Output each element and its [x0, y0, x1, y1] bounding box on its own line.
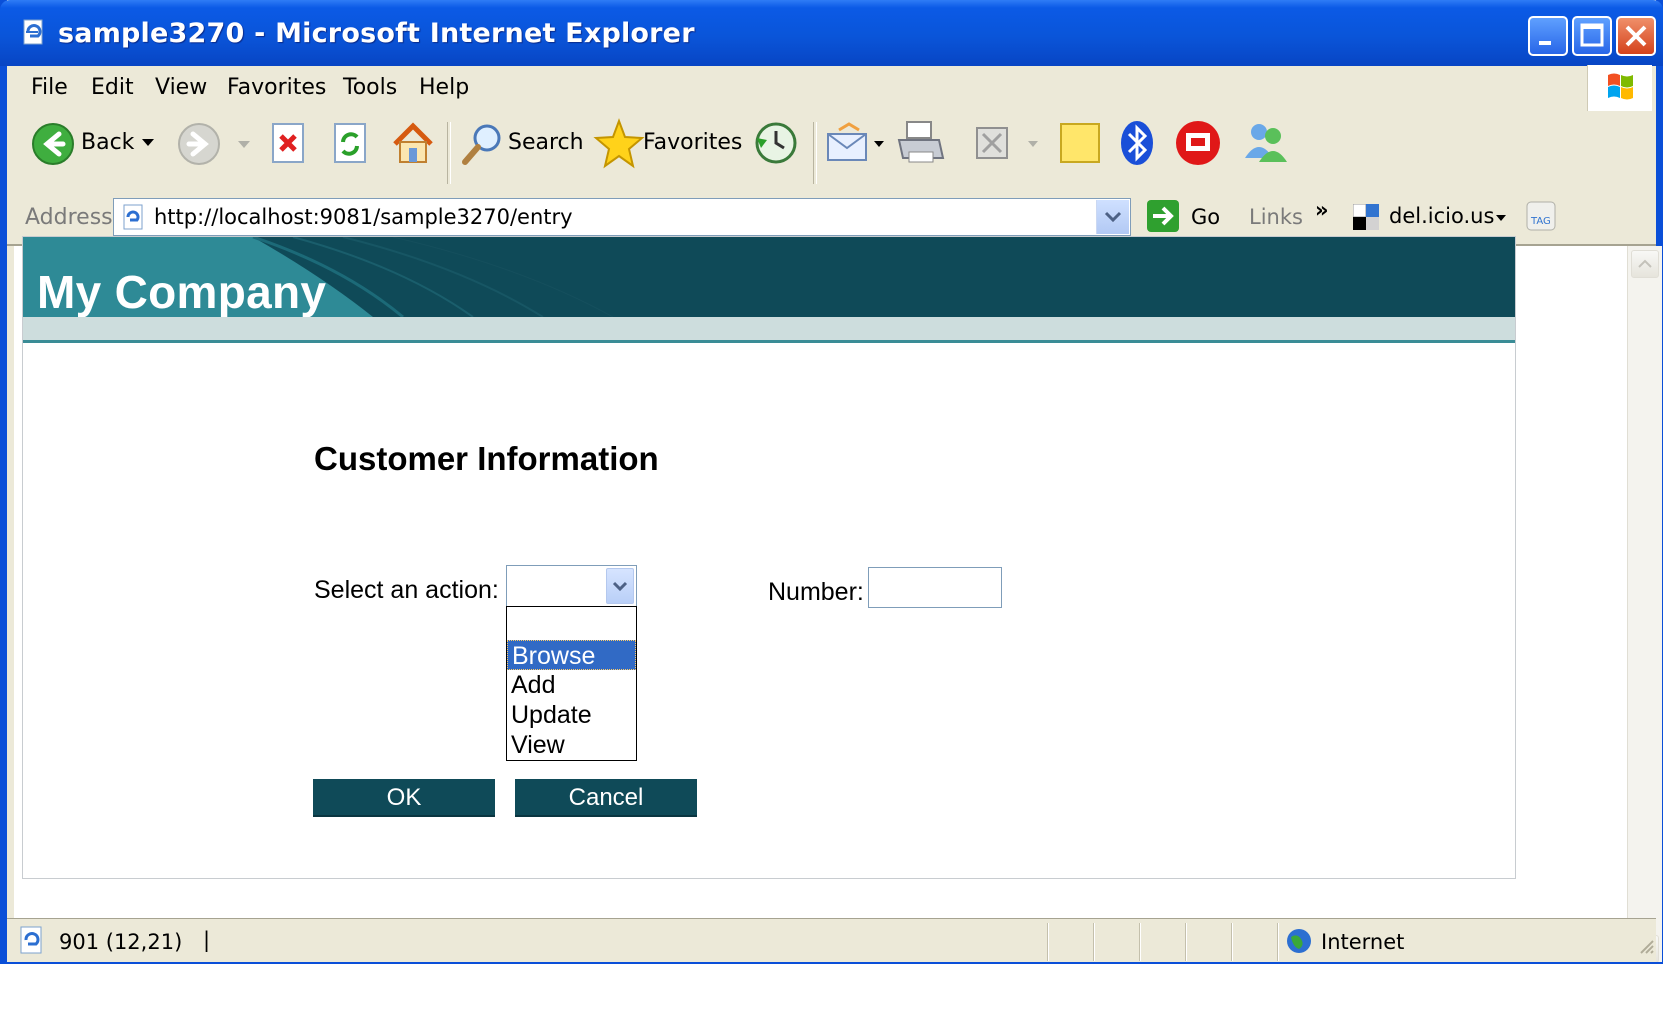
address-input[interactable]: http://localhost:9081/sample3270/entry: [113, 198, 1131, 236]
menu-tools[interactable]: Tools: [343, 75, 397, 100]
search-label[interactable]: Search: [508, 130, 584, 155]
ie-page-icon: [23, 19, 43, 45]
option-update[interactable]: Update: [507, 700, 636, 730]
page-icon: [123, 204, 143, 230]
maximize-button[interactable]: [1572, 16, 1612, 56]
status-separator: [1185, 923, 1187, 961]
status-separator: [1277, 923, 1279, 961]
status-separator: [1231, 923, 1233, 961]
edit-dropdown-icon[interactable]: [1027, 140, 1039, 150]
title-bar[interactable]: sample3270 - Microsoft Internet Explorer: [0, 0, 1663, 66]
scroll-up-button[interactable]: [1631, 250, 1659, 278]
number-input[interactable]: [868, 567, 1002, 608]
contacts-icon[interactable]: [1237, 118, 1293, 168]
links-label[interactable]: Links: [1249, 205, 1303, 229]
option-add[interactable]: Add: [507, 670, 636, 700]
back-dropdown-icon[interactable]: [141, 138, 155, 148]
minimize-button[interactable]: [1528, 16, 1568, 56]
chevron-down-icon: [612, 581, 628, 592]
globe-icon: [1287, 929, 1311, 953]
windows-logo: [1587, 65, 1652, 111]
security-zone: Internet: [1321, 930, 1405, 954]
address-label: Address: [25, 205, 113, 230]
cancel-button[interactable]: Cancel: [515, 779, 697, 817]
toolbar-separator: [447, 122, 451, 184]
outer-background: [0, 964, 1663, 1020]
banner-strip: [23, 317, 1515, 343]
action-select-button[interactable]: [606, 568, 634, 604]
refresh-icon[interactable]: [331, 120, 371, 168]
chevron-down-icon: [1104, 211, 1122, 223]
standard-toolbar: Back Search Favorites: [7, 112, 1656, 193]
bluetooth-icon[interactable]: [1117, 118, 1157, 168]
toolbar-separator: [813, 122, 817, 184]
status-cursor: |: [203, 928, 211, 952]
page-status-icon: [20, 926, 42, 954]
close-button[interactable]: [1616, 16, 1656, 56]
history-icon[interactable]: [751, 118, 801, 168]
close-icon: [1625, 25, 1647, 47]
note-icon[interactable]: [1057, 120, 1103, 168]
search-icon[interactable]: [459, 120, 507, 168]
messenger-red-icon[interactable]: [1173, 118, 1223, 168]
action-select[interactable]: [506, 565, 637, 607]
tag-icon[interactable]: TAG: [1525, 198, 1557, 234]
go-arrow-icon: [1147, 200, 1179, 232]
status-separator: [1139, 923, 1141, 961]
menu-file[interactable]: File: [31, 75, 68, 100]
address-dropdown-button[interactable]: [1096, 200, 1129, 234]
menu-help[interactable]: Help: [419, 75, 469, 100]
svg-text:TAG: TAG: [1530, 216, 1551, 227]
go-label[interactable]: Go: [1191, 205, 1220, 229]
maximize-icon: [1580, 23, 1604, 47]
menu-favorites[interactable]: Favorites: [227, 75, 326, 100]
resize-grip-icon[interactable]: [1637, 937, 1655, 955]
status-separator: [1047, 923, 1049, 961]
windows-flag-icon: [1608, 73, 1633, 100]
address-url[interactable]: http://localhost:9081/sample3270/entry: [154, 205, 573, 229]
status-text: 901 (12,21): [59, 930, 183, 954]
action-label: Select an action:: [314, 576, 499, 604]
forward-dropdown-icon[interactable]: [237, 140, 251, 150]
option-view[interactable]: View: [507, 730, 636, 760]
action-dropdown-list: Browse Add Update View: [506, 606, 637, 761]
stop-icon[interactable]: [269, 120, 309, 168]
delicious-dropdown-icon[interactable]: [1495, 214, 1507, 224]
status-separator: [1093, 923, 1095, 961]
back-label[interactable]: Back: [81, 130, 134, 155]
menu-view[interactable]: View: [155, 75, 207, 100]
mail-dropdown-icon[interactable]: [873, 140, 885, 150]
delicious-icon: [1353, 204, 1379, 230]
menu-edit[interactable]: Edit: [91, 75, 134, 100]
option-browse[interactable]: Browse: [507, 640, 636, 670]
chevron-up-icon: [1638, 259, 1652, 268]
links-more-chevron[interactable]: »: [1315, 198, 1329, 222]
edit-icon[interactable]: [971, 122, 1013, 164]
back-icon[interactable]: [31, 122, 77, 168]
mail-icon[interactable]: [825, 122, 871, 166]
print-icon[interactable]: [895, 118, 947, 168]
delicious-bookmark[interactable]: del.icio.us: [1389, 204, 1494, 228]
minimize-icon: [1539, 41, 1551, 45]
option-blank[interactable]: [507, 609, 636, 639]
status-bar: 901 (12,21) | Internet: [7, 918, 1656, 965]
favorites-star-icon[interactable]: [593, 118, 645, 170]
window-title: sample3270 - Microsoft Internet Explorer: [58, 18, 695, 49]
company-name: My Company: [37, 266, 327, 317]
menu-bar: File Edit View Favorites Tools Help: [7, 65, 1656, 113]
favorites-label[interactable]: Favorites: [643, 130, 742, 155]
page-heading: Customer Information: [314, 440, 659, 477]
vertical-scrollbar[interactable]: [1627, 246, 1662, 967]
ok-button[interactable]: OK: [313, 779, 495, 817]
number-label: Number:: [768, 578, 864, 606]
company-banner: My Company: [23, 237, 1515, 317]
forward-icon[interactable]: [177, 122, 223, 168]
home-icon[interactable]: [389, 118, 437, 168]
